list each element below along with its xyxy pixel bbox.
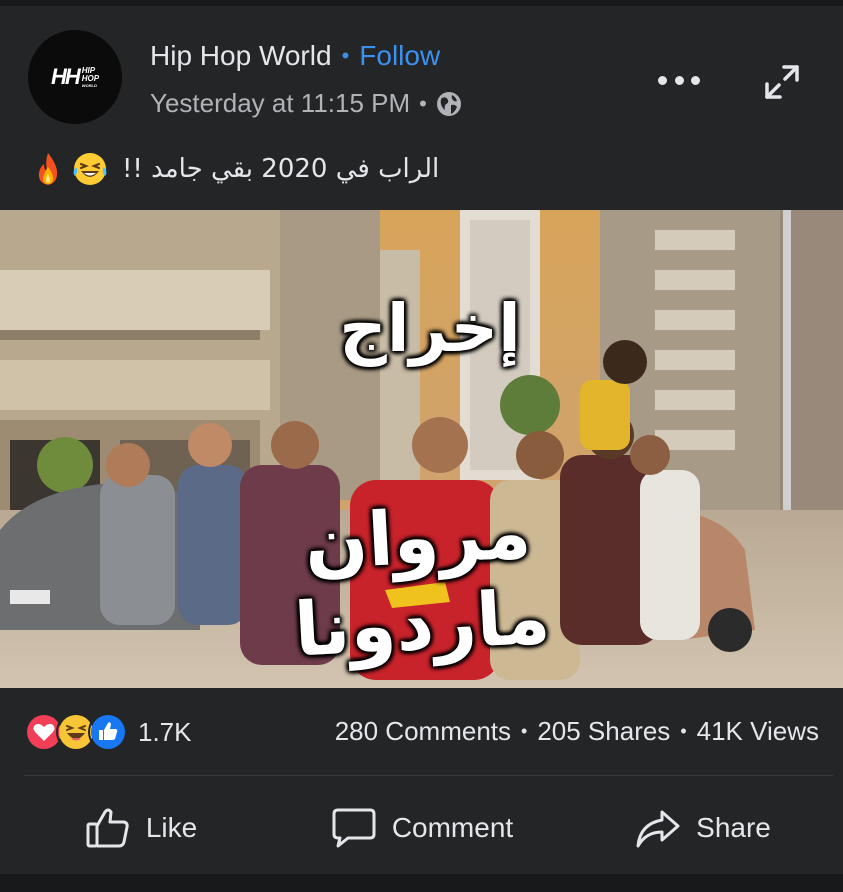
post-timestamp[interactable]: Yesterday at 11:15 PM — [150, 88, 410, 119]
separator-dot: • — [521, 721, 528, 741]
logo-line-3: WORLD — [81, 82, 97, 88]
page-name[interactable]: Hip Hop World — [150, 40, 332, 72]
caption-text: الراب في 2020 بقي جامد !! — [122, 154, 440, 184]
more-options-icon[interactable] — [658, 68, 700, 92]
comments-count[interactable]: 280 Comments — [335, 716, 511, 747]
shares-count[interactable]: 205 Shares — [537, 716, 670, 747]
like-label: Like — [145, 812, 198, 843]
comment-label: Comment — [391, 812, 514, 843]
action-bar: Like Comment Share — [0, 788, 843, 868]
video-player[interactable]: إخراج مروان ماردونا — [0, 210, 843, 688]
views-count[interactable]: 41K Views — [697, 716, 819, 747]
separator-dot: • — [341, 43, 350, 68]
fire-emoji-icon — [38, 153, 58, 185]
post-meta: Yesterday at 11:15 PM • — [150, 88, 462, 119]
share-button[interactable]: Share — [562, 788, 843, 868]
comment-icon — [332, 808, 376, 848]
comment-button[interactable]: Comment — [281, 788, 562, 868]
video-overlay-title: إخراج — [339, 290, 521, 367]
logo-words: HIP HOP WORLD — [81, 66, 100, 88]
engagement-stats: 280 Comments • 205 Shares • 41K Views — [335, 716, 819, 747]
expand-icon[interactable] — [762, 62, 802, 102]
post-header: Hip Hop World • Follow — [150, 40, 440, 72]
follow-button[interactable]: Follow — [359, 40, 440, 72]
logo-line-2: HOP — [81, 73, 100, 83]
share-arrow-icon — [636, 810, 680, 848]
share-label: Share — [696, 812, 771, 843]
video-overlay-name: مروان ماردونا — [292, 489, 553, 674]
reaction-count: 1.7K — [138, 716, 192, 747]
bottom-bar — [0, 874, 843, 892]
laughing-tears-icon — [73, 153, 107, 185]
logo-letters: HH — [50, 64, 81, 89]
divider — [24, 775, 833, 776]
page-logo: HH HIP HOP WORLD — [51, 64, 99, 90]
separator-dot: • — [680, 721, 687, 741]
reactions-summary[interactable]: 1.7K — [24, 712, 192, 752]
page-avatar[interactable]: HH HIP HOP WORLD — [28, 30, 122, 124]
like-reaction-icon — [88, 712, 128, 752]
post-card: HH HIP HOP WORLD Hip Hop World • Follow … — [0, 6, 843, 874]
like-button[interactable]: Like — [0, 788, 281, 868]
globe-icon — [436, 91, 461, 116]
post-caption: الراب في 2020 بقي جامد !! — [30, 146, 490, 192]
separator-dot: • — [419, 90, 427, 116]
thumbs-up-icon — [86, 808, 129, 848]
